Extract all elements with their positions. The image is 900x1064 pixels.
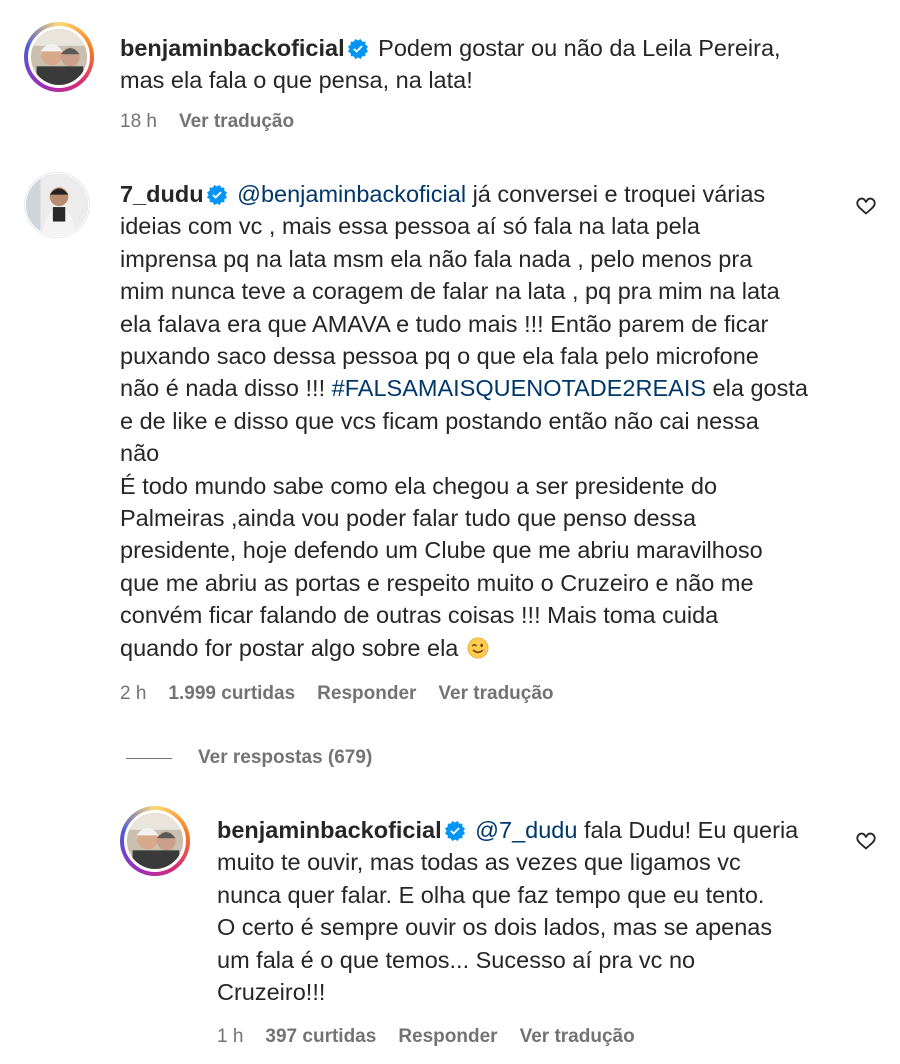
comment-time[interactable]: 18 h	[120, 111, 157, 132]
comment-text-line: já conversei e troquei várias	[466, 181, 766, 207]
comment-text-line: Podem gostar ou não da Leila Pereira,	[378, 35, 781, 61]
mention-link[interactable]: @7_dudu	[475, 817, 577, 843]
comment-text-line: imprensa pq na lata msm ela não fala nad…	[120, 245, 753, 272]
comment-text-line: O certo é sempre ouvir os dois lados, ma…	[217, 914, 773, 941]
comment-text-line: um fala é o que temos... Sucesso aí pra …	[217, 946, 696, 973]
avatar-photo	[124, 810, 186, 872]
translate-button[interactable]: Ver tradução	[520, 1026, 635, 1047]
verified-badge-icon	[348, 39, 368, 59]
avatar-benjaminbackoficial[interactable]	[120, 806, 190, 876]
mention-link[interactable]: @benjaminbackoficial	[237, 181, 466, 207]
comment-text-line: nunca quer falar. E olha que faz tempo q…	[217, 881, 765, 908]
translate-button[interactable]: Ver tradução	[438, 683, 553, 704]
comment-text-line: presidente, hoje defendo um Clube que me…	[120, 537, 763, 564]
comment-text-line: convém ficar falando de outras coisas !!…	[120, 602, 719, 629]
verified-badge-icon	[207, 185, 227, 205]
comment-text-line: quando for postar algo sobre ela	[120, 634, 459, 661]
comment-text-line: ela gosta	[706, 375, 808, 402]
comment-time[interactable]: 2 h	[120, 683, 146, 704]
likes-count[interactable]: 397 curtidas	[265, 1026, 376, 1047]
comment-text-line: fala Dudu! Eu queria	[577, 817, 799, 843]
comment-text-line: não é nada disso !!!	[120, 375, 332, 402]
comment-text-line: muito te ouvir, mas todas as vezes que l…	[217, 849, 741, 876]
view-replies-label: Ver respostas (679)	[198, 747, 373, 768]
winking-face-emoji	[467, 637, 489, 659]
comment-text-line: mim nunca teve a coragem de falar na lat…	[120, 278, 780, 305]
comment-text-line: e de like e disso que vcs ficam postando…	[120, 407, 759, 434]
reply-button[interactable]: Responder	[398, 1026, 497, 1047]
avatar-benjaminbackoficial[interactable]	[24, 22, 94, 92]
avatar-7_dudu[interactable]	[24, 172, 90, 238]
comment-text-line: Palmeiras ,ainda vou poder falar tudo qu…	[120, 505, 697, 532]
comment-text-line: não	[120, 440, 160, 467]
view-replies-button[interactable]: Ver respostas (679)	[126, 745, 372, 771]
like-heart-icon[interactable]	[855, 830, 877, 852]
verified-badge-icon	[445, 821, 465, 841]
comment-text-line: ela falava era que AMAVA e tudo mais !!!…	[120, 310, 769, 337]
comment-text-line: puxando saco dessa pessoa pq o que ela f…	[120, 343, 759, 370]
comment-username[interactable]: 7_dudu	[120, 181, 204, 207]
comment-text-line: que me abriu as portas e respeito muito …	[120, 569, 754, 596]
reply-button[interactable]: Responder	[317, 683, 416, 704]
comment-username[interactable]: benjaminbackoficial	[120, 35, 345, 61]
comment-text-line: É todo mundo sabe como ela chegou a ser …	[120, 472, 718, 499]
translate-button[interactable]: Ver tradução	[179, 111, 294, 132]
comment-text-line: Cruzeiro!!!	[217, 979, 326, 1006]
avatar-photo	[25, 173, 89, 237]
comment-text-line: mas ela fala o que pensa, na lata!	[120, 67, 473, 94]
likes-count[interactable]: 1.999 curtidas	[168, 683, 295, 704]
replies-divider-line	[126, 757, 172, 759]
like-heart-icon[interactable]	[855, 195, 877, 217]
hashtag-link[interactable]: #FALSAMAISQUENOTADE2REAIS	[332, 375, 706, 401]
comment-time[interactable]: 1 h	[217, 1026, 243, 1047]
avatar-photo	[28, 26, 90, 88]
comment-text-line: ideias com vc , mais essa pessoa aí só f…	[120, 213, 700, 240]
comment-username[interactable]: benjaminbackoficial	[217, 817, 442, 843]
